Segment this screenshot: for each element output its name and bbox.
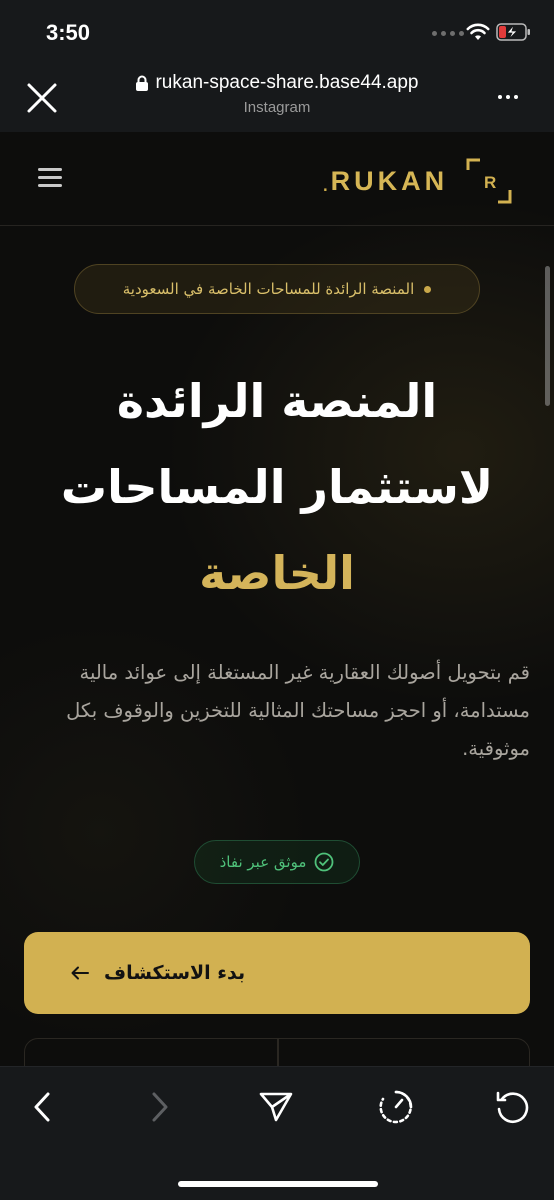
hero-title-line1: المنصة الرائدة <box>116 374 438 428</box>
site-header: . RUKAN R <box>0 132 554 226</box>
in-app-browser-bar: rukan-space-share.base44.app Instagram <box>0 66 554 132</box>
hamburger-menu-icon[interactable] <box>38 168 62 188</box>
cellular-signal-icon <box>432 31 464 36</box>
check-circle-icon <box>314 852 334 872</box>
browser-toolbar <box>0 1066 554 1200</box>
verified-text: موثق عبر نفاذ <box>219 853 307 871</box>
stats-divider <box>277 1039 279 1066</box>
hero-title: المنصة الرائدة لاستثمار المساحات الخاصة <box>0 358 554 616</box>
status-bar: 3:50 <box>0 0 554 66</box>
logo-letter: R <box>484 173 496 192</box>
forward-icon <box>152 1092 168 1122</box>
status-time: 3:50 <box>46 20 91 45</box>
close-icon[interactable] <box>26 82 58 114</box>
badge-dot-icon <box>424 285 432 293</box>
hero-title-highlight: الخاصة <box>199 546 355 600</box>
share-icon <box>259 1092 293 1122</box>
timer-icon <box>379 1090 413 1124</box>
start-exploring-button[interactable]: بدء الاستكشاف <box>24 932 530 1014</box>
timer-button[interactable] <box>376 1087 416 1127</box>
scrollbar-thumb[interactable] <box>545 266 550 406</box>
rukan-logo-icon: R <box>466 158 512 204</box>
url-text: rukan-space-share.base44.app <box>155 72 419 93</box>
share-button[interactable] <box>256 1087 296 1127</box>
lock-icon <box>136 75 149 91</box>
web-page: . RUKAN R المنصة الرائدة للمساحات الخاصة… <box>0 132 554 1066</box>
brand-logo[interactable]: . RUKAN R <box>322 158 512 204</box>
verified-badge: موثق عبر نفاذ <box>194 840 360 884</box>
tagline-badge: المنصة الرائدة للمساحات الخاصة في السعود… <box>74 264 480 314</box>
forward-button[interactable] <box>140 1087 180 1127</box>
address-display[interactable]: rukan-space-share.base44.app Instagram <box>90 72 464 116</box>
tagline-text: المنصة الرائدة للمساحات الخاصة في السعود… <box>122 280 415 298</box>
hero-description: قم بتحويل أصولك العقارية غير المستغلة إل… <box>66 661 530 760</box>
refresh-button[interactable] <box>492 1087 532 1127</box>
stats-card <box>24 1038 530 1066</box>
back-button[interactable] <box>22 1087 62 1127</box>
back-icon <box>34 1092 50 1122</box>
wifi-icon <box>466 23 490 40</box>
more-icon <box>498 95 502 99</box>
cta-label: بدء الاستكشاف <box>104 962 246 984</box>
brand-dot: . <box>322 170 329 197</box>
more-options-button[interactable] <box>498 95 518 99</box>
refresh-icon <box>496 1091 529 1124</box>
brand-name: RUKAN <box>330 165 449 196</box>
hero-title-line2: لاستثمار المساحات <box>60 460 494 514</box>
battery-charging-icon <box>496 23 530 41</box>
home-indicator[interactable] <box>178 1181 378 1187</box>
arrow-left-icon <box>71 966 89 980</box>
source-app-label: Instagram <box>243 99 311 116</box>
